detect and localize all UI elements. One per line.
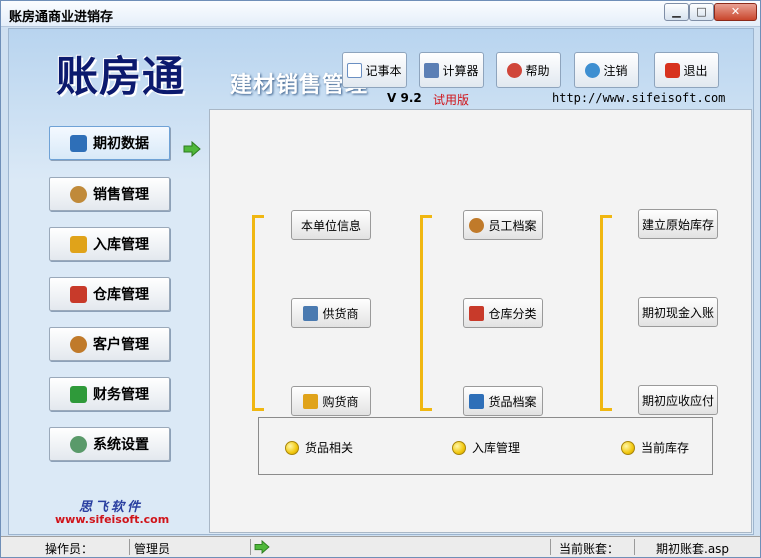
company-info-button[interactable]: 本单位信息 <box>291 210 371 240</box>
sidebar-item-label: 入库管理 <box>93 237 149 253</box>
notepad-label: 记事本 <box>365 63 402 78</box>
exit-icon <box>665 62 681 78</box>
arrow-right-icon <box>254 540 270 554</box>
sidebar-item-label: 财务管理 <box>93 387 149 403</box>
arrow-right-icon <box>183 141 201 157</box>
notepad-icon <box>347 62 363 78</box>
exit-label: 退出 <box>683 63 708 78</box>
users-icon <box>70 335 87 353</box>
supplier-icon <box>303 305 319 321</box>
company-info-label: 本单位信息 <box>300 218 361 233</box>
supplier-label: 供货商 <box>322 306 359 321</box>
minimize-button[interactable]: ▁ <box>664 3 689 21</box>
yellow-dot-icon <box>285 440 299 455</box>
supplier-button[interactable]: 供货商 <box>291 298 371 328</box>
logoff-button[interactable]: 注销 <box>574 52 639 88</box>
warehouse-category-button[interactable]: 仓库分类 <box>463 298 543 328</box>
close-button[interactable]: ✕ <box>714 3 757 21</box>
title-bar: 账房通商业进销存 ▁ □ ✕ <box>1 1 760 27</box>
sidebar-item-finance[interactable]: 财务管理 <box>49 377 170 411</box>
account-label: 当前账套： <box>559 542 620 556</box>
logoff-icon <box>585 62 601 78</box>
window-title: 账房通商业进销存 <box>9 10 114 25</box>
yellow-dot-icon <box>621 440 635 455</box>
employee-file-label: 员工档案 <box>488 218 537 233</box>
legend-item-inbound: 入库管理 <box>452 439 520 456</box>
version-label: V 9.2 <box>387 91 422 105</box>
user-icon <box>70 185 87 203</box>
sidebar-item-label: 客户管理 <box>93 337 149 353</box>
calculator-label: 计算器 <box>442 63 479 78</box>
book-icon <box>70 134 87 152</box>
warehouse-category-icon <box>469 305 485 321</box>
sidebar-item-warehouse[interactable]: 仓库管理 <box>49 277 170 311</box>
initial-receivable-label: 期初应收应付 <box>641 393 714 408</box>
trial-label: 试用版 <box>433 93 470 107</box>
help-label: 帮助 <box>525 63 550 78</box>
initial-receivable-button[interactable]: 期初应收应付 <box>638 385 718 415</box>
buyer-icon <box>303 393 319 409</box>
employee-file-button[interactable]: 员工档案 <box>463 210 543 240</box>
employee-icon <box>469 217 485 233</box>
sidebar-item-customers[interactable]: 客户管理 <box>49 327 170 361</box>
box-icon <box>70 235 87 253</box>
sidebar-item-sales[interactable]: 销售管理 <box>49 177 170 211</box>
logoff-label: 注销 <box>603 63 628 78</box>
operator-value: 管理员 <box>134 542 171 556</box>
status-bar: 操作员： 管理员 当前账套： 期初账套.asp <box>1 536 760 557</box>
initial-stock-label: 建立原始库存 <box>641 217 714 232</box>
help-icon <box>507 62 523 78</box>
legend-box: 货品相关 入库管理 当前库存 <box>258 417 713 475</box>
status-divider <box>129 539 130 555</box>
status-divider <box>634 539 635 555</box>
buyer-button[interactable]: 购货商 <box>291 386 371 416</box>
yellow-dot-icon <box>452 440 466 455</box>
sidebar-item-label: 销售管理 <box>93 187 149 203</box>
gears-icon <box>70 435 87 453</box>
goods-file-button[interactable]: 货品档案 <box>463 386 543 416</box>
legend-item-stock: 当前库存 <box>621 439 689 456</box>
app-logo: 账房通 <box>56 52 186 101</box>
goods-file-icon <box>469 393 485 409</box>
house-icon <box>70 285 87 303</box>
bracket-right <box>600 215 612 411</box>
sidebar-item-label: 仓库管理 <box>93 287 149 303</box>
exit-button[interactable]: 退出 <box>654 52 719 88</box>
initial-cash-button[interactable]: 期初现金入账 <box>638 297 718 327</box>
status-divider <box>250 539 251 555</box>
company-url: www.sifeisoft.com <box>55 513 170 526</box>
warehouse-category-label: 仓库分类 <box>488 306 537 321</box>
money-icon <box>70 385 87 403</box>
legend-label: 货品相关 <box>305 441 354 455</box>
sidebar-item-label: 系统设置 <box>93 437 149 453</box>
sidebar-item-initial-data[interactable]: 期初数据 <box>49 126 170 160</box>
help-button[interactable]: 帮助 <box>496 52 561 88</box>
account-value: 期初账套.asp <box>656 542 730 556</box>
maximize-button[interactable]: □ <box>689 3 714 21</box>
buyer-label: 购货商 <box>322 394 359 409</box>
bracket-left <box>252 215 264 411</box>
legend-item-goods: 货品相关 <box>285 439 353 456</box>
legend-label: 入库管理 <box>472 441 521 455</box>
sidebar-item-label: 期初数据 <box>93 136 149 152</box>
initial-stock-button[interactable]: 建立原始库存 <box>638 209 718 239</box>
notepad-button[interactable]: 记事本 <box>342 52 407 88</box>
sidebar-item-settings[interactable]: 系统设置 <box>49 427 170 461</box>
status-divider <box>550 539 551 555</box>
website-url: http://www.sifeisoft.com <box>552 91 726 105</box>
calculator-icon <box>424 62 440 78</box>
sidebar-item-inbound[interactable]: 入库管理 <box>49 227 170 261</box>
operator-label: 操作员： <box>45 542 94 556</box>
app-window: 账房通商业进销存 ▁ □ ✕ 账房通 建材销售管理 V 9.2 试用版 http… <box>0 0 761 558</box>
bracket-middle <box>420 215 432 411</box>
goods-file-label: 货品档案 <box>488 394 537 409</box>
legend-label: 当前库存 <box>641 441 690 455</box>
initial-cash-label: 期初现金入账 <box>641 305 714 320</box>
calculator-button[interactable]: 计算器 <box>419 52 484 88</box>
